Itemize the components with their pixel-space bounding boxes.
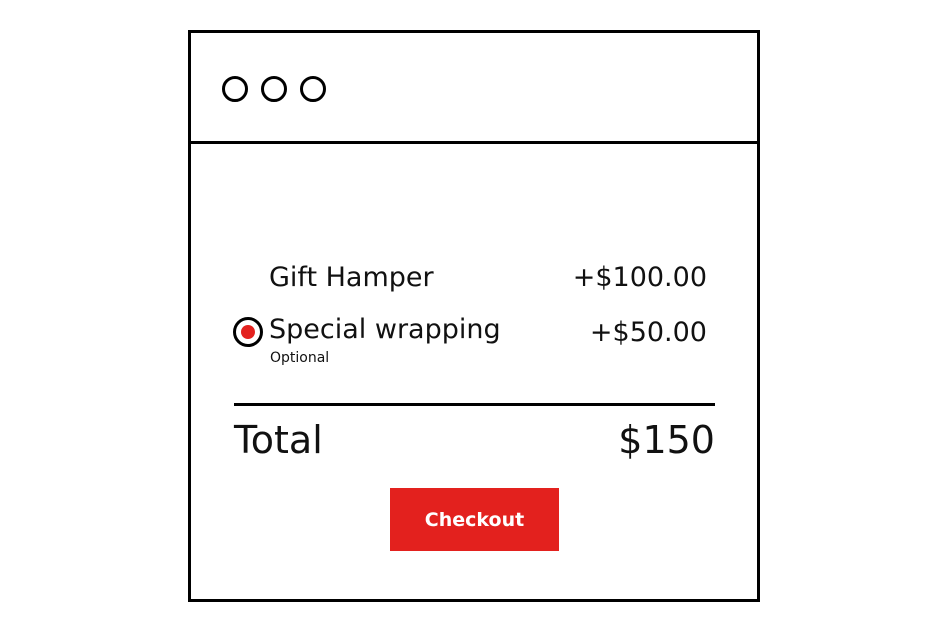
item-sublabel: Optional [270,350,330,366]
radio-selected-indicator [241,325,255,339]
item-label: Gift Hamper [269,262,434,293]
item-price: +$50.00 [589,317,707,348]
total-label: Total [234,418,323,462]
checkout-button[interactable]: Checkout [390,488,559,551]
item-price: +$100.00 [572,262,707,293]
item-label: Special wrapping [269,314,501,345]
window-control-circle-icon[interactable] [222,76,248,102]
total-value: $150 [618,418,715,462]
window-control-circle-icon[interactable] [300,76,326,102]
wrapping-radio[interactable] [233,317,263,347]
cart-summary: Gift Hamper +$100.00 Special wrapping Op… [191,144,757,599]
total-divider [234,403,715,406]
window-titlebar [191,33,757,144]
window-control-circle-icon[interactable] [261,76,287,102]
browser-window: Gift Hamper +$100.00 Special wrapping Op… [188,30,760,602]
